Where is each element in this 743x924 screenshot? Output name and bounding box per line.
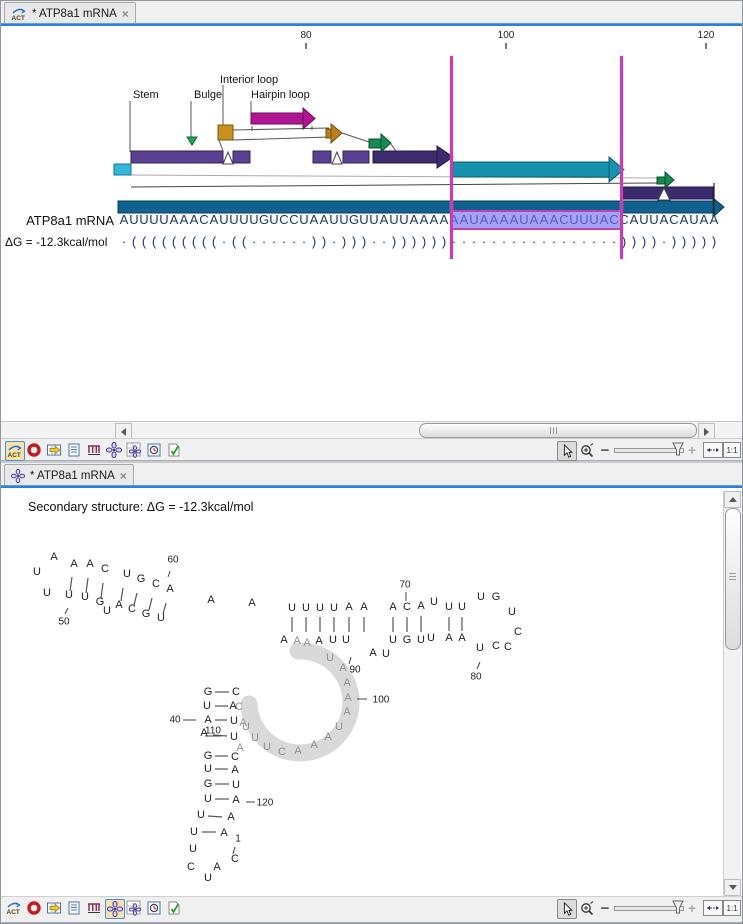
cursor-tool-button[interactable] [557,441,577,461]
tab-atp8a1-mrna-linear[interactable]: ACT * ATP8a1 mRNA × [4,2,136,24]
panel-linear-view: ACT * ATP8a1 mRNA × ACT − +1:1 [1,1,742,461]
structure-pinwheel-view-button[interactable] [105,899,125,919]
element-info-view-button[interactable] [165,899,183,917]
close-icon[interactable]: × [120,471,127,481]
close-icon[interactable]: × [122,9,129,19]
circular-view-button[interactable] [25,441,43,459]
tab-title: * ATP8a1 mRNA [32,8,117,20]
bottom-tabbar: * ATP8a1 mRNA × [1,463,742,486]
element-info-view-button[interactable] [165,441,183,459]
vertical-scrollbar[interactable] [723,491,741,895]
svg-text:ACT: ACT [8,452,21,459]
cursor-tool-button[interactable] [557,899,577,919]
zoom-out-icon[interactable]: − [596,899,614,917]
comb-layout-view-button[interactable] [85,441,103,459]
act-sequence-icon: ACT [11,7,27,21]
annotation-table-view-button[interactable] [45,899,63,917]
selection-highlight [451,210,621,230]
fit-width-button[interactable] [703,442,723,458]
fit-width-button[interactable] [703,900,723,916]
structure-pinwheel-view-button[interactable] [105,441,123,459]
act-sequence-view-button[interactable]: ACT [5,899,23,917]
zoom-in-plus-icon[interactable]: + [683,899,701,917]
act-sequence-view-button[interactable]: ACT [5,441,25,461]
history-view-button[interactable] [145,899,163,917]
structure-table-view-button[interactable] [125,899,143,917]
structure-pinwheel-icon [11,469,25,483]
one-to-one-zoom-button[interactable]: 1:1 [723,442,741,458]
panel-structure-view: * ATP8a1 mRNA × Secondary structure: ΔG … [1,463,742,923]
structure-table-view-button[interactable] [125,441,143,459]
selection-left-handle[interactable] [450,56,453,259]
scroll-down-button[interactable] [724,879,741,896]
comb-layout-view-button[interactable] [85,899,103,917]
scroll-up-button[interactable] [724,491,741,508]
text-view-button[interactable] [65,899,83,917]
vscroll-thumb[interactable] [725,508,741,650]
svg-text:ACT: ACT [12,15,25,21]
zoom-in-tool-button[interactable] [578,441,596,459]
zoom-out-icon[interactable]: − [596,441,614,459]
hscroll-thumb[interactable] [419,423,697,438]
top-tabbar: ACT * ATP8a1 mRNA × [1,1,742,24]
horizontal-scrollbar[interactable] [1,421,742,439]
zoom-in-plus-icon[interactable]: + [683,441,701,459]
tab-title: * ATP8a1 mRNA [30,470,115,482]
structure-header: Secondary structure: ΔG = -12.3kcal/mol [28,500,253,514]
linear-view-content [1,26,742,421]
zoom-in-tool-button[interactable] [578,899,596,917]
bottom-view-toolbar: ACT − +1:1 [1,896,742,922]
annotation-table-view-button[interactable] [45,441,63,459]
selection-right-handle[interactable] [620,56,623,259]
one-to-one-zoom-button[interactable]: 1:1 [723,900,741,916]
app-window: ACT * ATP8a1 mRNA × ACT − +1:1 * ATP8a1 mR… [0,0,743,924]
structure-view-content: Secondary structure: ΔG = -12.3kcal/mol [1,488,742,895]
top-view-toolbar: ACT − +1:1 [1,438,742,460]
circular-view-button[interactable] [25,899,43,917]
tab-atp8a1-mrna-structure[interactable]: * ATP8a1 mRNA × [4,464,134,486]
svg-text:ACT: ACT [7,909,20,916]
history-view-button[interactable] [145,441,163,459]
text-view-button[interactable] [65,441,83,459]
